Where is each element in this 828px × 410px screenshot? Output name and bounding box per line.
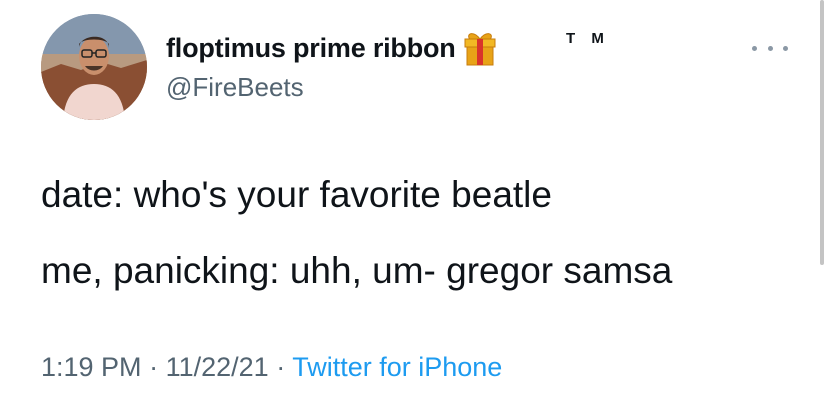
user-name-row: floptimus prime ribbon xyxy=(166,30,500,66)
tweet-metadata: 1:19 PM · 11/22/21 · Twitter for iPhone xyxy=(41,352,502,383)
gift-icon xyxy=(460,28,500,68)
tweet-date[interactable]: 11/22/21 xyxy=(166,352,269,382)
user-handle[interactable]: @FireBeets xyxy=(166,72,304,103)
more-options-button[interactable] xyxy=(752,40,788,56)
tweet-text-line: me, panicking: uhh, um- gregor samsa xyxy=(41,250,673,291)
more-dot-icon xyxy=(767,45,773,51)
more-dot-icon xyxy=(783,45,788,51)
meta-separator: · xyxy=(149,352,159,382)
trademark-label: T M xyxy=(566,30,610,47)
tweet-text-line: date: who's your favorite beatle xyxy=(41,174,552,215)
avatar-photo xyxy=(41,14,147,120)
tweet-card: floptimus prime ribbon T M @FireBeets da… xyxy=(0,0,828,410)
scrollbar[interactable] xyxy=(820,0,824,265)
more-dot-icon xyxy=(752,45,757,51)
display-name[interactable]: floptimus prime ribbon xyxy=(166,33,456,64)
tweet-source-link[interactable]: Twitter for iPhone xyxy=(292,352,502,382)
tweet-time[interactable]: 1:19 PM xyxy=(41,352,142,382)
avatar[interactable] xyxy=(41,14,147,120)
meta-separator: · xyxy=(276,352,286,382)
